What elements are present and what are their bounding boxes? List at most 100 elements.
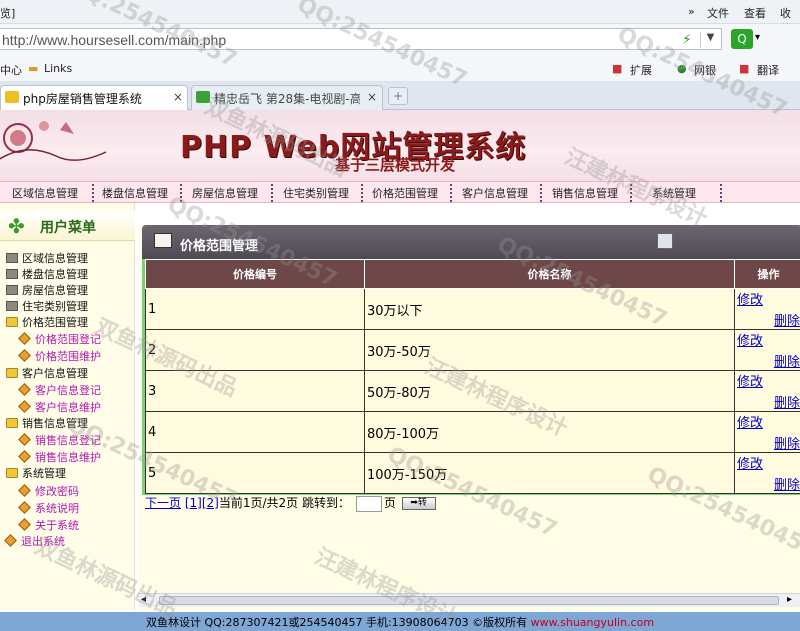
sidebar-sub-label: 价格范围维护 (35, 350, 101, 363)
nav-separator (540, 184, 542, 202)
sidebar-sub-about[interactable]: 关于系统 (18, 517, 79, 533)
sidebar-sub-customer-register[interactable]: 客户信息登记 (18, 382, 101, 398)
fav-links[interactable]: Links (44, 62, 72, 75)
menu-file[interactable]: 文件 (707, 5, 729, 21)
scrollbar-thumb[interactable] (159, 596, 779, 605)
delete-link[interactable]: 删除 (737, 392, 800, 411)
sidebar-sub-label: 修改密码 (35, 485, 79, 498)
toolbar-translate[interactable]: 翻译 (757, 62, 779, 78)
folder-open-icon (6, 368, 18, 378)
table-row: 1 30万以下 修改 删除 (145, 288, 800, 330)
nav-estate[interactable]: 楼盘信息管理 (102, 185, 168, 201)
sidebar-item-estate[interactable]: 楼盘信息管理 (6, 266, 88, 282)
new-tab-button[interactable]: + (388, 87, 408, 105)
tab-video[interactable]: 精忠岳飞 第28集-电视剧-高清 × (191, 85, 383, 110)
pagination: 下一页 [1][2]当前1页/共2页 跳转到： 页 ➡转 (145, 494, 436, 512)
page-icon (5, 91, 19, 103)
sidebar-sub-change-password[interactable]: 修改密码 (18, 483, 79, 499)
main-content: 价格范围管理 价格编号 价格名称 操作 1 30万以下 修改 删除 2 30万-… (139, 225, 800, 611)
delete-link[interactable]: 删除 (737, 433, 800, 452)
search-icon[interactable]: Q (731, 29, 753, 49)
edit-link[interactable]: 修改 (737, 330, 800, 349)
sidebar-item-area[interactable]: 区域信息管理 (6, 250, 88, 266)
diamond-icon (18, 484, 31, 497)
next-page-link[interactable]: 下一页 (145, 496, 181, 510)
nav-separator (180, 184, 182, 202)
sidebar-sub-customer-maintain[interactable]: 客户信息维护 (18, 399, 101, 415)
sidebar-item-label: 价格范围管理 (22, 316, 88, 329)
sidebar-item-residence[interactable]: 住宅类别管理 (6, 298, 88, 314)
panel-title: 价格范围管理 (180, 239, 259, 254)
screen: 览] » 文件 查看 收藏 ⚡ ▼ Q ▾ 中心 ▬ Links ■ 扩展 ● … (0, 0, 800, 631)
page-2-link[interactable]: [2] (202, 496, 219, 510)
edit-link[interactable]: 修改 (737, 289, 800, 308)
horizontal-scrollbar[interactable]: ◂ ▸ (139, 593, 800, 607)
diamond-icon (18, 383, 31, 396)
search-dropdown-icon[interactable]: ▾ (755, 32, 760, 43)
fav-center[interactable]: 中心 (0, 62, 22, 78)
sidebar-item-customer[interactable]: 客户信息管理 (6, 365, 88, 381)
cell-id: 4 (145, 411, 365, 453)
sidebar-sub-system-help[interactable]: 系统说明 (18, 500, 79, 516)
diamond-icon (4, 534, 17, 547)
sidebar-sub-sales-register[interactable]: 销售信息登记 (18, 432, 101, 448)
toolbar-extensions[interactable]: 扩展 (630, 62, 652, 78)
close-icon[interactable]: × (367, 90, 377, 104)
nav-house[interactable]: 房屋信息管理 (192, 185, 258, 201)
sidebar-sub-sales-maintain[interactable]: 销售信息维护 (18, 449, 101, 465)
edit-link[interactable]: 修改 (737, 412, 800, 431)
nav-system[interactable]: 系统管理 (652, 185, 696, 201)
sidebar-item-label: 退出系统 (21, 535, 65, 548)
site-banner: PHP Web网站管理系统 基于三层模式开发 (0, 110, 800, 181)
diamond-icon (18, 450, 31, 463)
nav-customer[interactable]: 客户信息管理 (462, 185, 528, 201)
delete-link[interactable]: 删除 (737, 474, 800, 493)
chevron-down-icon[interactable]: ▼ (700, 32, 720, 48)
address-bar[interactable]: ⚡ ▼ (0, 28, 722, 50)
sidebar-item-system[interactable]: 系统管理 (6, 465, 66, 481)
translate-icon: ■ (739, 62, 750, 75)
nav-separator (450, 184, 452, 202)
nav-residence-type[interactable]: 住宅类别管理 (283, 185, 349, 201)
sidebar-sub-label: 销售信息维护 (35, 451, 101, 464)
top-nav: 区域信息管理 楼盘信息管理 房屋信息管理 住宅类别管理 价格范围管理 客户信息管… (0, 181, 800, 203)
price-table: 价格编号 价格名称 操作 1 30万以下 修改 删除 2 30万-50万 修改 删除 (145, 259, 800, 494)
sidebar-item-house[interactable]: 房屋信息管理 (6, 282, 88, 298)
footer-url[interactable]: www.shuangyulin.com (531, 616, 654, 629)
menu-view[interactable]: 查看 (744, 5, 766, 21)
sidebar-item-label: 客户信息管理 (22, 367, 88, 380)
diamond-icon (18, 433, 31, 446)
url-input[interactable] (2, 31, 642, 48)
toolbar-bank[interactable]: 网银 (694, 62, 716, 78)
delete-link[interactable]: 删除 (737, 310, 800, 329)
chevron-right-icon[interactable]: » (688, 5, 695, 18)
nav-separator (361, 184, 363, 202)
sidebar-sub-price-register[interactable]: 价格范围登记 (18, 331, 101, 347)
arrow-right-icon: ➡ (410, 498, 418, 508)
scroll-left-icon[interactable]: ◂ (141, 594, 146, 605)
flower-decoration-icon (0, 121, 107, 161)
scroll-right-icon[interactable]: ▸ (787, 594, 792, 605)
sidebar-item-price[interactable]: 价格范围管理 (6, 314, 88, 330)
nav-area[interactable]: 区域信息管理 (12, 185, 78, 201)
tab-house-system[interactable]: php房屋销售管理系统 × (0, 85, 188, 110)
go-button[interactable]: ➡转 (401, 497, 436, 510)
edit-link[interactable]: 修改 (737, 453, 800, 472)
print-icon[interactable] (657, 233, 673, 249)
page-1-link[interactable]: [1] (185, 496, 202, 510)
lightning-icon[interactable]: ⚡ (682, 32, 692, 48)
nav-sales[interactable]: 销售信息管理 (552, 185, 618, 201)
edit-link[interactable]: 修改 (737, 371, 800, 390)
nav-price-range[interactable]: 价格范围管理 (372, 185, 438, 201)
sidebar-sub-label: 销售信息登记 (35, 434, 101, 447)
sidebar-item-sales[interactable]: 销售信息管理 (6, 415, 88, 431)
delete-link[interactable]: 删除 (737, 351, 800, 370)
column-header-id: 价格编号 (145, 259, 365, 289)
browser-titlebar: 览] » 文件 查看 收藏 (0, 0, 800, 36)
sidebar-item-logout[interactable]: 退出系统 (4, 533, 65, 549)
sidebar-sub-price-maintain[interactable]: 价格范围维护 (18, 348, 101, 364)
nav-separator (92, 184, 94, 202)
cell-actions: 修改 删除 (734, 452, 800, 494)
close-icon[interactable]: × (173, 90, 183, 104)
goto-page-input[interactable] (355, 495, 382, 512)
